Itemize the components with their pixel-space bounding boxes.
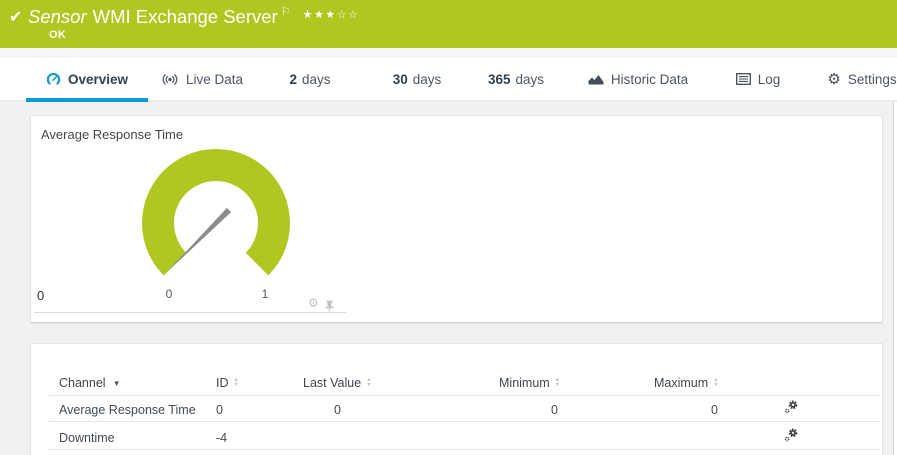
- header-divider-strip: [0, 48, 897, 58]
- tab-2-days-number: 2: [289, 71, 297, 87]
- tab-log[interactable]: Log: [728, 58, 788, 100]
- channel-settings-icon[interactable]: [784, 428, 798, 442]
- channel-minimum: 0: [551, 403, 558, 417]
- tab-2-days[interactable]: 2 days: [283, 58, 337, 100]
- tab-365-days[interactable]: 365 days: [484, 58, 548, 100]
- gauge-axis-label: 0: [37, 288, 45, 303]
- column-header-channel[interactable]: Channel ▼: [59, 375, 121, 391]
- gauge-settings-icon[interactable]: ⚙: [308, 297, 319, 309]
- tab-overview[interactable]: Overview: [26, 58, 148, 102]
- broadcast-icon: [161, 73, 179, 86]
- sensor-header: ✔ Sensor WMI Exchange Server ⚐ ★★★☆☆ OK: [0, 0, 897, 48]
- tab-log-label: Log: [757, 71, 781, 87]
- sensor-title: Sensor WMI Exchange Server ⚐ ★★★☆☆: [28, 5, 359, 28]
- tab-overview-label: Overview: [67, 71, 129, 87]
- channel-name: Downtime: [59, 431, 115, 445]
- gauge-pin-icon[interactable]: [324, 299, 335, 317]
- column-header-minimum[interactable]: Minimum ▲ ▼: [499, 375, 560, 391]
- area-chart-icon: [588, 73, 604, 85]
- table-divider: [49, 395, 880, 396]
- gauge-panel: Average Response Time 0 1 0 ⚙: [30, 115, 883, 323]
- overview-content: Average Response Time 0 1 0 ⚙ Channel ▼ …: [0, 102, 894, 455]
- channel-settings-icon[interactable]: [784, 400, 798, 414]
- status-check-icon: ✔: [9, 9, 23, 26]
- sensor-title-name: WMI Exchange Server: [92, 6, 278, 27]
- tab-settings-label: Settings: [847, 71, 897, 87]
- sensor-title-prefix: Sensor: [28, 6, 87, 27]
- table-divider: [49, 449, 880, 450]
- tab-2-days-label: days: [301, 71, 331, 87]
- channel-last-value: 0: [334, 403, 341, 417]
- tab-30-days-number: 30: [392, 71, 408, 87]
- tab-historic-data-label: Historic Data: [610, 71, 689, 87]
- sort-icon: ▲ ▼: [366, 377, 372, 388]
- sort-icon: ▲ ▼: [233, 377, 239, 388]
- priority-stars[interactable]: ★★★☆☆: [303, 9, 360, 21]
- gauge-icon: [46, 72, 61, 87]
- tab-live-data[interactable]: Live Data: [160, 58, 244, 100]
- tab-365-days-label: days: [515, 71, 545, 87]
- sort-desc-icon: ▼: [112, 378, 121, 388]
- sort-icon: ▲ ▼: [713, 377, 719, 388]
- channel-name: Average Response Time: [59, 403, 196, 417]
- gauge-scale-min: 0: [165, 287, 173, 301]
- gear-icon: ⚙: [827, 70, 841, 88]
- response-time-gauge: [142, 149, 290, 276]
- column-header-last-value[interactable]: Last Value ▲ ▼: [303, 375, 372, 391]
- channel-id: 0: [216, 403, 223, 417]
- channel-table: Channel ▼ ID ▲ ▼ Last Value ▲ ▼ Minimum ▲ ▼…: [30, 343, 883, 455]
- prtg-sensor-page: ✔ Sensor WMI Exchange Server ⚐ ★★★☆☆ OK Ove…: [0, 0, 897, 455]
- log-list-icon: [735, 73, 751, 85]
- table-divider: [49, 421, 880, 422]
- column-header-id[interactable]: ID ▲ ▼: [216, 375, 239, 391]
- tab-30-days[interactable]: 30 days: [389, 58, 445, 100]
- sort-icon: ▲ ▼: [554, 377, 561, 388]
- sensor-tabbar: Overview Live Data 2 days 30 days 365 da…: [0, 58, 897, 102]
- gauge-title: Average Response Time: [41, 127, 184, 142]
- flag-icon[interactable]: ⚐: [281, 6, 291, 18]
- tab-live-data-label: Live Data: [185, 71, 244, 87]
- tab-30-days-label: days: [412, 71, 442, 87]
- column-header-maximum[interactable]: Maximum ▲ ▼: [654, 375, 719, 391]
- tab-settings[interactable]: ⚙ Settings: [823, 58, 897, 100]
- status-badge: OK: [49, 29, 67, 41]
- gauge-axis-line: [34, 312, 346, 313]
- tab-historic-data[interactable]: Historic Data: [578, 58, 698, 100]
- channel-maximum: 0: [711, 403, 718, 417]
- channel-id: -4: [216, 431, 228, 445]
- tab-365-days-number: 365: [487, 71, 511, 87]
- gauge-scale-max: 1: [261, 287, 269, 301]
